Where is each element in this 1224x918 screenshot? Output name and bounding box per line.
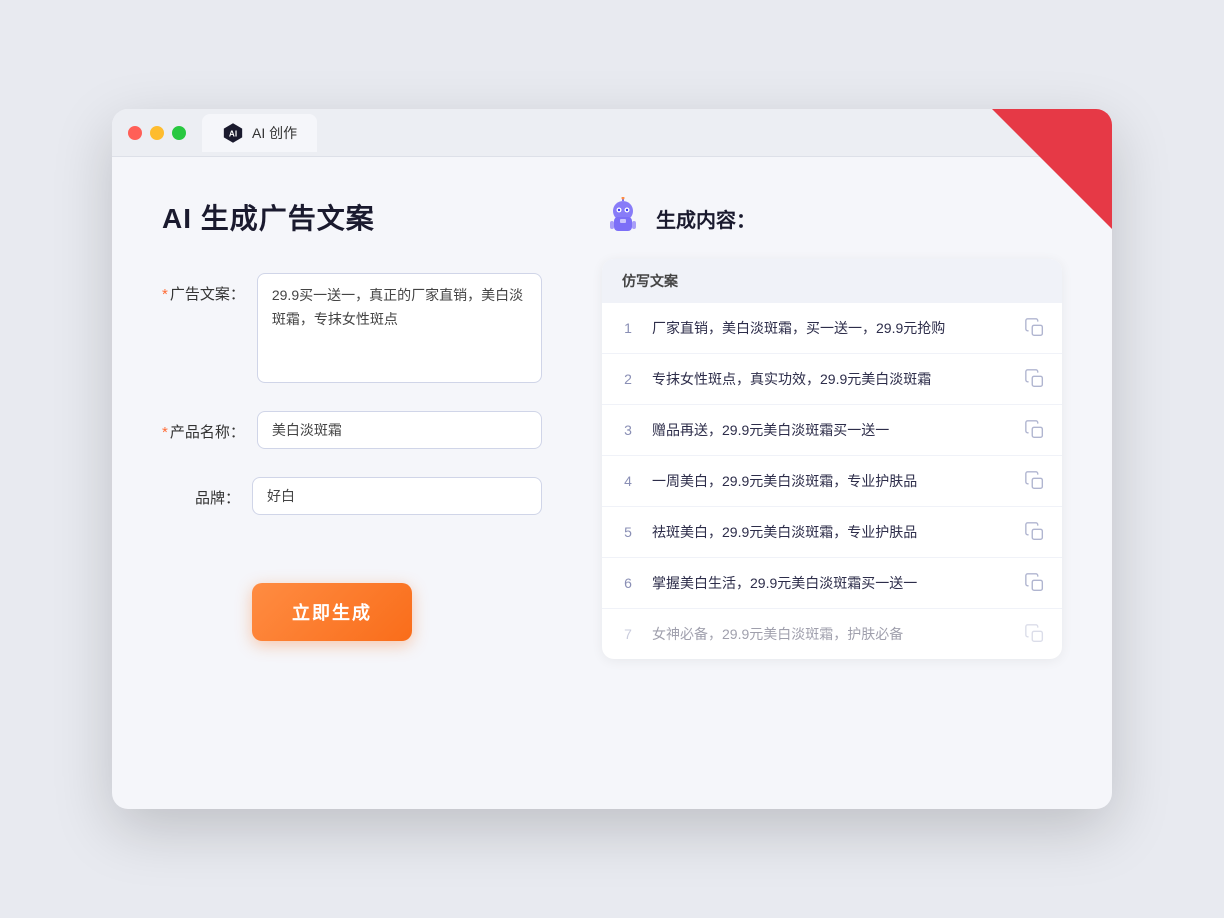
- page-title: AI 生成广告文案: [162, 197, 542, 237]
- row-number: 3: [618, 422, 638, 438]
- brand-group: 品牌：: [162, 477, 542, 515]
- generate-button[interactable]: 立即生成: [252, 583, 412, 641]
- right-panel: 生成内容： 仿写文案 1 厂家直销，美白淡斑霜，买一送一，29.9元抢购 2 专…: [602, 197, 1062, 757]
- result-row: 2 专抹女性斑点，真实功效，29.9元美白淡斑霜: [602, 354, 1062, 405]
- row-text: 祛斑美白，29.9元美白淡斑霜，专业护肤品: [652, 522, 1010, 543]
- product-name-group: *产品名称：: [162, 411, 542, 449]
- maximize-button[interactable]: [172, 126, 186, 140]
- result-row: 4 一周美白，29.9元美白淡斑霜，专业护肤品: [602, 456, 1062, 507]
- row-text: 女神必备，29.9元美白淡斑霜，护肤必备: [652, 624, 1010, 645]
- main-content: AI 生成广告文案 *广告文案： 29.9买一送一，真正的厂家直销，美白淡斑霜，…: [112, 157, 1112, 797]
- product-name-label: *产品名称：: [162, 411, 257, 442]
- browser-window: AI AI 创作 AI 生成广告文案 *广告文案： 29.9买一送一，真正的厂家…: [112, 109, 1112, 809]
- ai-tab-icon: AI: [222, 122, 244, 144]
- ad-copy-group: *广告文案： 29.9买一送一，真正的厂家直销，美白淡斑霜，专抹女性斑点: [162, 273, 542, 383]
- minimize-button[interactable]: [150, 126, 164, 140]
- row-number: 7: [618, 626, 638, 642]
- copy-icon[interactable]: [1024, 419, 1046, 441]
- row-number: 2: [618, 371, 638, 387]
- required-star-product: *: [162, 424, 168, 441]
- result-row: 3 赠品再送，29.9元美白淡斑霜买一送一: [602, 405, 1062, 456]
- result-row: 1 厂家直销，美白淡斑霜，买一送一，29.9元抢购: [602, 303, 1062, 354]
- result-table-header: 仿写文案: [602, 259, 1062, 303]
- ad-copy-label: *广告文案：: [162, 273, 257, 304]
- title-bar: AI AI 创作: [112, 109, 1112, 157]
- tab-ai-create[interactable]: AI AI 创作: [202, 114, 317, 152]
- result-table: 仿写文案 1 厂家直销，美白淡斑霜，买一送一，29.9元抢购 2 专抹女性斑点，…: [602, 259, 1062, 659]
- product-name-input[interactable]: [257, 411, 542, 449]
- result-row: 7 女神必备，29.9元美白淡斑霜，护肤必备: [602, 609, 1062, 659]
- tab-label: AI 创作: [252, 123, 297, 143]
- copy-icon[interactable]: [1024, 470, 1046, 492]
- copy-icon[interactable]: [1024, 623, 1046, 645]
- results-container: 1 厂家直销，美白淡斑霜，买一送一，29.9元抢购 2 专抹女性斑点，真实功效，…: [602, 303, 1062, 659]
- row-text: 一周美白，29.9元美白淡斑霜，专业护肤品: [652, 471, 1010, 492]
- ad-copy-input[interactable]: 29.9买一送一，真正的厂家直销，美白淡斑霜，专抹女性斑点: [257, 273, 542, 383]
- robot-icon: [602, 197, 644, 239]
- row-text: 掌握美白生活，29.9元美白淡斑霜买一送一: [652, 573, 1010, 594]
- copy-icon[interactable]: [1024, 521, 1046, 543]
- result-row: 6 掌握美白生活，29.9元美白淡斑霜买一送一: [602, 558, 1062, 609]
- copy-icon[interactable]: [1024, 572, 1046, 594]
- row-number: 4: [618, 473, 638, 489]
- result-row: 5 祛斑美白，29.9元美白淡斑霜，专业护肤品: [602, 507, 1062, 558]
- row-number: 1: [618, 320, 638, 336]
- brand-label: 品牌：: [162, 477, 252, 508]
- traffic-lights: [128, 126, 186, 140]
- result-header: 生成内容：: [602, 197, 1062, 239]
- row-number: 6: [618, 575, 638, 591]
- left-panel: AI 生成广告文案 *广告文案： 29.9买一送一，真正的厂家直销，美白淡斑霜，…: [162, 197, 542, 757]
- svg-text:AI: AI: [229, 129, 237, 138]
- copy-icon[interactable]: [1024, 317, 1046, 339]
- row-text: 赠品再送，29.9元美白淡斑霜买一送一: [652, 420, 1010, 441]
- result-title: 生成内容：: [656, 204, 756, 233]
- row-text: 专抹女性斑点，真实功效，29.9元美白淡斑霜: [652, 369, 1010, 390]
- row-text: 厂家直销，美白淡斑霜，买一送一，29.9元抢购: [652, 318, 1010, 339]
- copy-icon[interactable]: [1024, 368, 1046, 390]
- row-number: 5: [618, 524, 638, 540]
- brand-input[interactable]: [252, 477, 542, 515]
- close-button[interactable]: [128, 126, 142, 140]
- required-star-ad: *: [162, 286, 168, 303]
